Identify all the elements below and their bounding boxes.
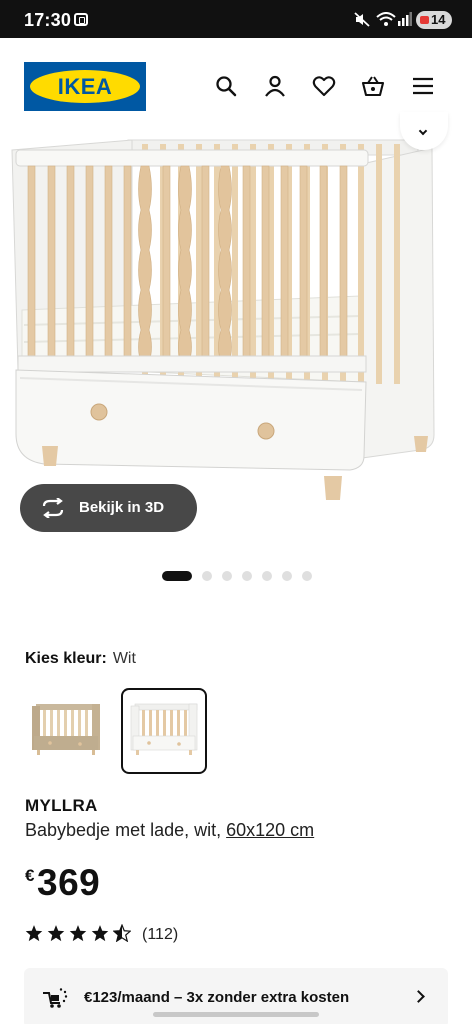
carousel-dot[interactable] bbox=[222, 571, 232, 581]
star-half-icon bbox=[113, 924, 131, 942]
price-amount: 369 bbox=[37, 862, 101, 903]
star-full-icon bbox=[47, 925, 65, 942]
rotate-3d-icon bbox=[42, 498, 64, 518]
carousel-dot[interactable] bbox=[282, 571, 292, 581]
star-full-icon bbox=[91, 925, 109, 942]
carousel-dot[interactable] bbox=[202, 571, 212, 581]
shopping-bag-icon[interactable] bbox=[361, 74, 385, 98]
color-label: Kies kleur: bbox=[25, 650, 107, 667]
financing-text: €123/maand – 3x zonder extra kosten bbox=[84, 989, 350, 1006]
battery-level: 14 bbox=[431, 12, 446, 27]
product-description-text: Babybedje met lade, wit, bbox=[25, 820, 222, 840]
menu-icon[interactable] bbox=[411, 74, 435, 98]
price-currency: € bbox=[25, 866, 35, 885]
home-indicator[interactable] bbox=[153, 1012, 319, 1017]
selected-color-value: Wit bbox=[112, 650, 136, 667]
mute-icon bbox=[354, 12, 370, 27]
chevron-right-icon bbox=[412, 990, 425, 1003]
search-icon[interactable] bbox=[214, 74, 238, 98]
review-count[interactable]: (112) bbox=[142, 926, 178, 944]
color-picker-label: Kies kleur: Wit bbox=[25, 650, 136, 668]
star-full-icon bbox=[69, 925, 87, 942]
account-icon[interactable] bbox=[263, 74, 287, 98]
view-in-3d-button[interactable]: Bekijk in 3D bbox=[20, 484, 197, 532]
wishlist-heart-icon[interactable] bbox=[312, 74, 336, 98]
crib-thumbnail-beige bbox=[32, 704, 100, 755]
crib-thumbnail-white bbox=[130, 703, 198, 755]
screen-record-icon bbox=[74, 13, 88, 26]
status-bar: 17:30 14 bbox=[0, 0, 472, 38]
color-swatch-white[interactable] bbox=[121, 688, 207, 774]
brand-name: IKEA bbox=[57, 74, 113, 99]
star-full-icon bbox=[25, 925, 43, 942]
carousel-dot[interactable] bbox=[302, 571, 312, 581]
carousel-dot[interactable] bbox=[242, 571, 252, 581]
color-swatch-beige[interactable] bbox=[22, 688, 108, 774]
product-size-link[interactable]: 60x120 cm bbox=[226, 820, 314, 840]
chevron-down-icon bbox=[418, 126, 428, 136]
carousel-dot-active[interactable] bbox=[162, 571, 192, 581]
ikea-logo[interactable]: IKEA bbox=[24, 62, 146, 111]
status-time: 17:30 bbox=[24, 10, 72, 30]
product-name: MYLLRA bbox=[25, 796, 98, 815]
payment-installments-icon bbox=[43, 988, 68, 1008]
product-description: Babybedje met lade, wit, 60x120 cm bbox=[25, 820, 314, 841]
battery-icon: 14 bbox=[416, 11, 452, 29]
wifi-icon bbox=[376, 12, 396, 26]
view-in-3d-label: Bekijk in 3D bbox=[79, 499, 165, 516]
signal-icon bbox=[398, 12, 412, 26]
carousel-dot[interactable] bbox=[262, 571, 272, 581]
